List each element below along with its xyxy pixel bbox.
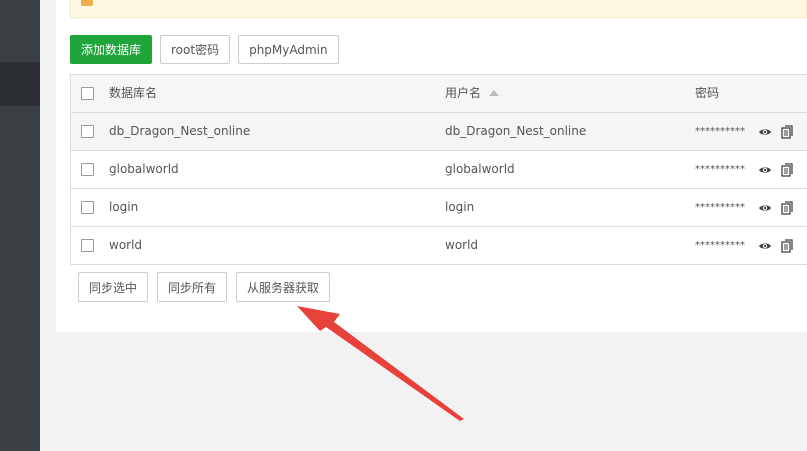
row-username: login [445,200,475,214]
sync-all-button[interactable]: 同步所有 [157,272,228,302]
phpmyadmin-button[interactable]: phpMyAdmin [238,35,339,64]
table-row: globalworld globalworld ********** [71,151,807,189]
row-password: ********** [695,240,745,251]
row-database-name: world [109,238,143,252]
row-database-name: globalworld [109,162,179,176]
row-checkbox[interactable] [81,163,94,176]
sidebar-item-active[interactable] [0,62,40,106]
eye-icon[interactable] [758,163,772,177]
copy-icon[interactable] [780,163,794,177]
warning-icon [81,0,93,6]
row-checkbox[interactable] [81,125,94,138]
notice-banner [70,0,807,18]
table-row: world world ********** [71,227,807,265]
eye-icon[interactable] [758,201,772,215]
root-password-button[interactable]: root密码 [160,35,231,64]
row-username: world [445,238,479,252]
sort-asc-icon [489,90,500,96]
row-password: ********** [695,164,745,175]
header-password: 密码 [695,86,720,100]
sync-selected-button[interactable]: 同步选中 [78,272,149,302]
row-password: ********** [695,202,745,213]
select-all-checkbox[interactable] [81,87,94,100]
header-database-name[interactable]: 数据库名 [109,75,157,112]
row-database-name: login [109,200,139,214]
header-username-label: 用户名 [445,86,482,100]
row-username: globalworld [445,162,515,176]
eye-icon[interactable] [758,125,772,139]
fetch-from-server-button[interactable]: 从服务器获取 [236,272,331,302]
sidebar [0,0,40,451]
bottom-actions: 同步选中 同步所有 从服务器获取 [78,272,331,302]
copy-icon[interactable] [780,201,794,215]
eye-icon[interactable] [758,239,772,253]
copy-icon[interactable] [780,125,794,139]
toolbar: 添加数据库 root密码 phpMyAdmin [70,35,339,64]
row-username: db_Dragon_Nest_online [445,124,587,138]
table-row: login login ********** [71,189,807,227]
row-checkbox[interactable] [81,201,94,214]
add-database-button[interactable]: 添加数据库 [70,35,153,64]
header-username[interactable]: 用户名 [445,75,500,112]
database-table: 数据库名 用户名 密码 db_Dragon_Nest_online db_Dra… [70,74,807,265]
table-row: db_Dragon_Nest_online db_Dragon_Nest_onl… [71,113,807,151]
database-panel: 添加数据库 root密码 phpMyAdmin 数据库名 用户名 密码 db_D… [56,0,807,332]
row-database-name: db_Dragon_Nest_online [109,124,251,138]
table-header: 数据库名 用户名 密码 [71,75,807,113]
copy-icon[interactable] [780,239,794,253]
row-checkbox[interactable] [81,239,94,252]
row-password: ********** [695,126,745,137]
